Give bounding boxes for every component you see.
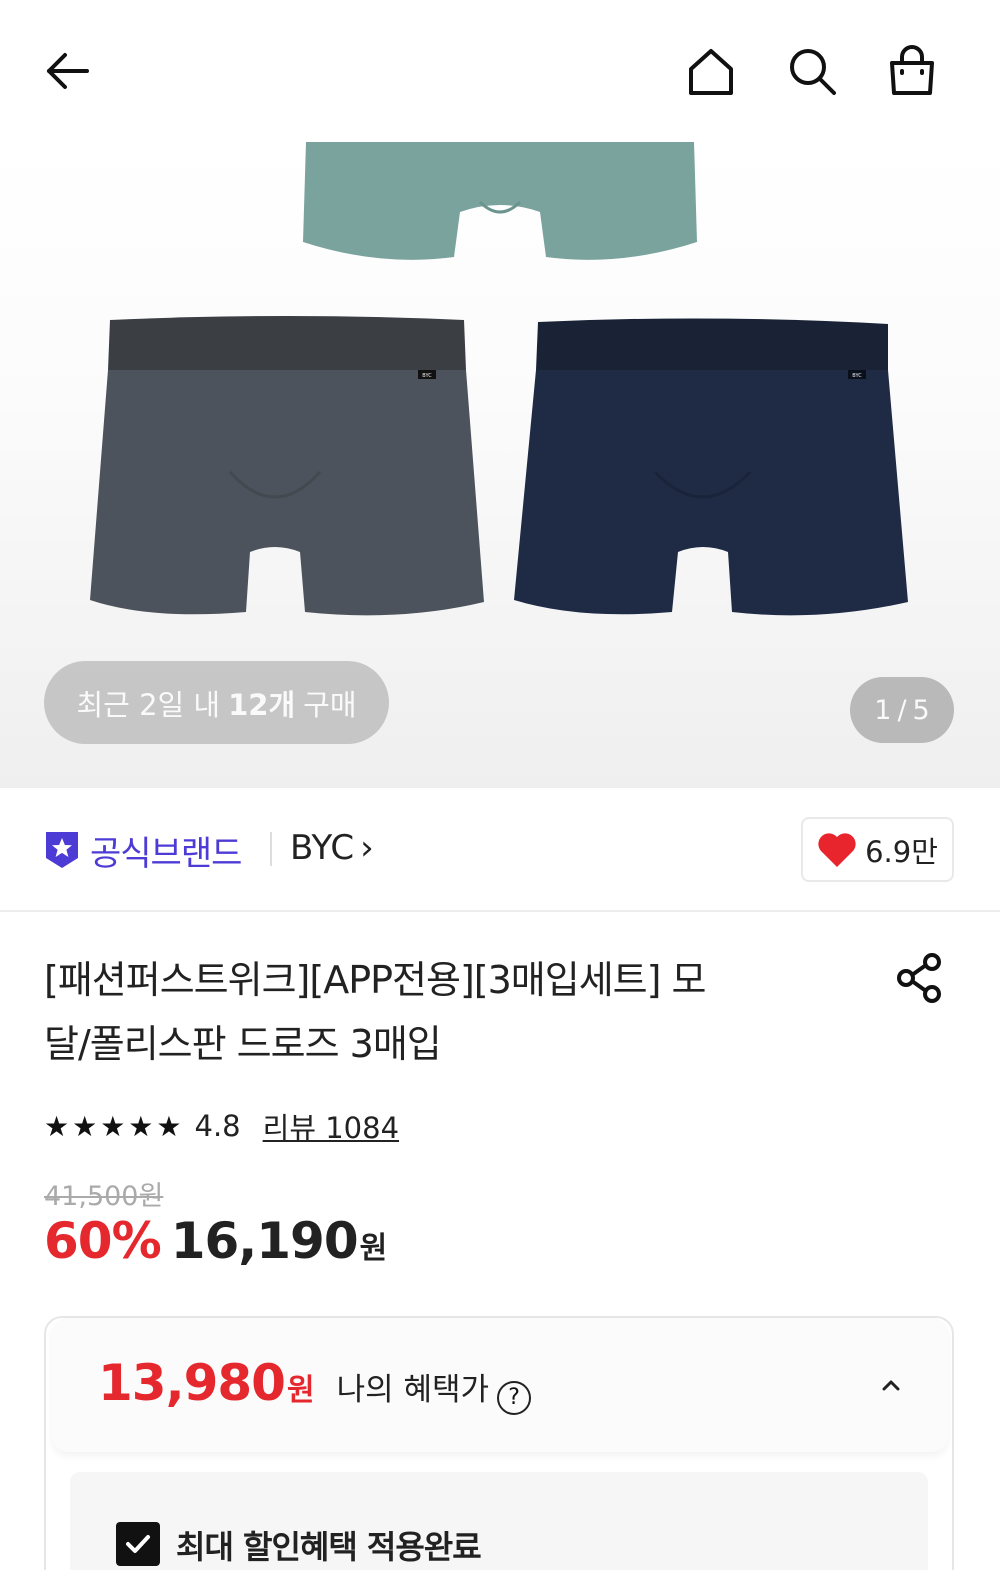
benefit-header[interactable]: 13,980 원 나의 혜택가 ?	[52, 1318, 948, 1452]
official-brand-label: 공식브랜드	[90, 834, 242, 874]
recent-purchase-badge: 최근 2일 내 12개 구매	[44, 661, 389, 744]
brand-row: 공식브랜드 BYC › 6.9만	[0, 788, 1000, 912]
shopping-bag-icon	[890, 45, 934, 95]
share-icon	[897, 953, 941, 1003]
like-count: 6.9만	[865, 834, 938, 869]
search-button[interactable]	[777, 36, 847, 106]
heart-icon	[818, 832, 856, 867]
cart-button[interactable]	[877, 36, 947, 106]
mint-trunk	[303, 142, 697, 260]
product-title: [패션퍼스트위크][APP전용][3매입세트] 모 달/폴리스판 드로즈 3매입	[44, 948, 864, 1076]
max-discount-checkbox[interactable]	[116, 1522, 160, 1566]
original-price: 41,500원	[44, 1181, 164, 1212]
benefit-label: 나의 혜택가	[336, 1372, 490, 1408]
navy-trunk: BYC	[514, 318, 908, 616]
divider	[270, 832, 272, 866]
rating-row: ★★★★★ 4.8 리뷰 1084	[44, 1104, 399, 1148]
chevron-right-icon: ›	[360, 828, 374, 868]
checkmark-icon	[126, 1535, 150, 1553]
benefit-detail: 최대 할인혜택 적용완료	[70, 1472, 928, 1570]
benefit-price-row: 13,980 원 나의 혜택가 ?	[98, 1354, 532, 1415]
home-icon	[689, 49, 733, 95]
brand-name: BYC	[290, 828, 355, 868]
benefit-price: 13,980	[98, 1354, 286, 1412]
share-button[interactable]	[890, 948, 950, 1008]
sale-price: 16,190	[170, 1212, 359, 1270]
svg-text:BYC: BYC	[852, 373, 862, 379]
price-row: 60% 16,190 원	[44, 1212, 387, 1270]
page-current: 1	[874, 694, 892, 726]
rating-value: 4.8	[194, 1109, 241, 1143]
page-total: 5	[912, 694, 930, 726]
purchase-suffix: 구매	[303, 687, 357, 722]
back-button[interactable]	[32, 36, 102, 106]
chevron-up-icon[interactable]	[874, 1368, 908, 1402]
product-title-line: [패션퍼스트위크][APP전용][3매입세트] 모	[44, 958, 706, 1002]
home-button[interactable]	[676, 36, 746, 106]
search-icon	[790, 49, 836, 95]
back-arrow-icon	[47, 53, 89, 89]
svg-text:BYC: BYC	[422, 373, 432, 379]
benefit-price-unit: 원	[286, 1373, 315, 1408]
image-page-counter: 1 / 5	[850, 677, 954, 743]
help-icon[interactable]: ?	[497, 1380, 532, 1415]
product-title-line: 달/폴리스판 드로즈 3매입	[44, 1022, 442, 1066]
star-rating-icon: ★★★★★	[44, 1109, 185, 1143]
charcoal-trunk: BYC	[90, 316, 484, 616]
discount-rate: 60%	[44, 1212, 162, 1270]
max-discount-label: 최대 할인혜택 적용완료	[176, 1528, 482, 1566]
page-separator: /	[897, 694, 907, 726]
brand-link[interactable]: BYC ›	[290, 828, 374, 868]
benefit-panel: 13,980 원 나의 혜택가 ? 최대 할인혜택 적용완료	[44, 1316, 954, 1570]
review-link[interactable]: 리뷰 1084	[263, 1105, 399, 1147]
purchase-prefix: 최근 2일 내	[76, 687, 221, 722]
sale-price-unit: 원	[359, 1231, 388, 1266]
top-app-bar	[0, 0, 1000, 142]
like-button[interactable]: 6.9만	[801, 817, 954, 882]
purchase-count: 12개	[228, 687, 296, 722]
official-brand-badge-icon	[46, 832, 78, 868]
product-image-carousel[interactable]: BYC BYC 최근 2일 내 12개 구매 1 / 5	[0, 142, 1000, 788]
